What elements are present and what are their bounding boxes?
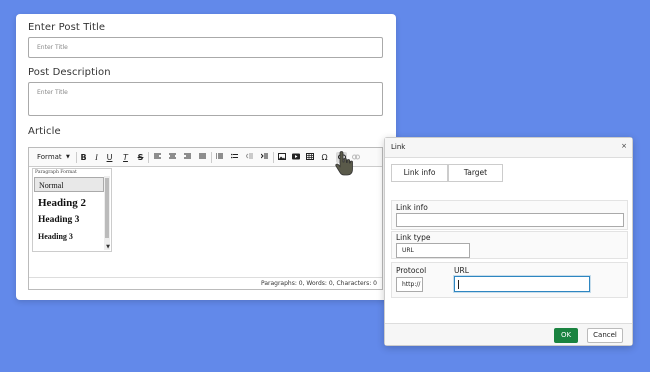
format-option-heading-3[interactable]: Heading 3 (34, 213, 104, 228)
outdent-icon[interactable] (245, 152, 254, 163)
align-center-icon[interactable] (168, 152, 177, 163)
video-icon[interactable] (291, 152, 300, 163)
cancel-button[interactable]: Cancel (587, 328, 623, 343)
link-info-input[interactable] (396, 213, 624, 227)
post-title-label: Enter Post Title (28, 22, 106, 33)
text-caret (458, 280, 459, 289)
scrollbar-thumb[interactable] (105, 178, 109, 238)
link-info-label: Link info (396, 203, 428, 212)
strikethrough-button[interactable]: S (136, 152, 145, 163)
post-description-input[interactable]: Enter Title (28, 82, 383, 116)
image-icon[interactable] (277, 152, 286, 163)
link-type-panel: Link type URL (391, 231, 628, 259)
format-menu-scrollbar[interactable] (104, 176, 110, 250)
hand-cursor-icon (334, 151, 354, 181)
toolbar-divider (273, 152, 274, 163)
align-right-icon[interactable] (183, 152, 192, 163)
protocol-label: Protocol (396, 266, 427, 275)
tab-target[interactable]: Target (448, 164, 503, 182)
clear-format-label: T (123, 153, 128, 162)
table-icon[interactable] (305, 152, 314, 163)
underline-button[interactable]: U (105, 152, 114, 163)
toolbar-divider (76, 152, 77, 163)
toolbar-divider (211, 152, 212, 163)
chevron-down-icon: ▼ (66, 154, 70, 160)
editor-toolbar: Format ▼ B I U T S Ω (29, 148, 382, 167)
article-label: Article (28, 126, 61, 137)
close-icon[interactable]: × (621, 142, 627, 150)
link-type-label: Link type (396, 233, 431, 242)
format-option-heading-3-alt[interactable]: Heading 3 (34, 230, 104, 244)
align-left-icon[interactable] (153, 152, 162, 163)
format-option-normal[interactable]: Normal (34, 177, 104, 192)
dialog-title: Link (391, 143, 406, 151)
url-panel: Protocol http:// URL (391, 262, 628, 298)
url-input[interactable] (454, 276, 590, 292)
format-dropdown-button[interactable]: Format ▼ (37, 152, 73, 163)
dialog-header: Link × (385, 138, 632, 158)
bold-button[interactable]: B (79, 152, 88, 163)
paragraph-format-menu: Paragraph Format Normal Heading 2 Headin… (32, 168, 112, 252)
protocol-select[interactable]: http:// (396, 277, 423, 292)
paragraph-format-title: Paragraph Format (35, 170, 77, 175)
indent-icon[interactable] (260, 152, 269, 163)
editor-statusbar: Paragraphs: 0, Words: 0, Characters: 0 (29, 277, 382, 289)
align-justify-icon[interactable] (198, 152, 207, 163)
toolbar-divider (148, 152, 149, 163)
link-dialog: Link × Link info Target Link info Link t… (384, 137, 633, 346)
bullet-list-icon[interactable] (230, 152, 239, 163)
dialog-footer: OK Cancel (385, 323, 632, 345)
post-title-input[interactable]: Enter Title (28, 37, 383, 58)
post-description-label: Post Description (28, 67, 111, 78)
link-info-panel: Link info (391, 200, 628, 230)
link-type-select[interactable]: URL (396, 243, 470, 258)
scroll-down-icon[interactable]: ▼ (106, 244, 110, 250)
clear-format-button[interactable]: T (121, 152, 130, 163)
ok-button[interactable]: OK (554, 328, 578, 343)
post-title-placeholder: Enter Title (37, 44, 68, 51)
numbered-list-icon[interactable] (215, 152, 224, 163)
special-character-button[interactable]: Ω (320, 152, 329, 163)
format-label: Format (37, 153, 62, 161)
rich-text-editor[interactable]: Format ▼ B I U T S Ω Paragraph Format No… (28, 147, 383, 290)
post-description-placeholder: Enter Title (37, 89, 68, 96)
italic-button[interactable]: I (92, 152, 101, 163)
tab-link-info[interactable]: Link info (391, 164, 448, 182)
url-label: URL (454, 266, 469, 275)
format-option-heading-2[interactable]: Heading 2 (34, 194, 104, 212)
